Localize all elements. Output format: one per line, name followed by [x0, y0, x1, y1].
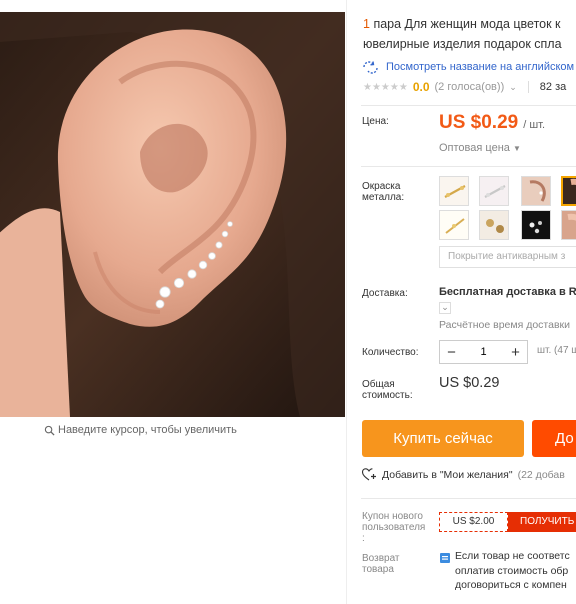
quantity-stepper: − +: [439, 340, 528, 364]
price-unit: / шт.: [523, 119, 546, 131]
heart-plus-icon: [362, 468, 376, 481]
returns-label-line-2: товара: [362, 564, 394, 575]
wholesale-label: Оптовая цена: [439, 142, 510, 154]
rating-votes[interactable]: (2 голоса(ов)): [435, 81, 505, 93]
title-line-2: ювелирные изделия подарок спла: [363, 37, 562, 51]
translate-link[interactable]: Посмотреть название на английском: [361, 60, 574, 74]
earring-thumbnail: [440, 177, 468, 205]
total-label-line-1: Общая: [362, 379, 395, 390]
star-rating-icon: ★★★★★: [363, 81, 408, 93]
returns-label-line-1: Возврат: [362, 553, 400, 564]
total-label: Общая стоимость:: [362, 379, 413, 401]
caret-down-icon: ▼: [512, 144, 521, 153]
zoom-hint-text: Наведите курсор, чтобы увеличить: [58, 424, 237, 436]
return-policy-icon: [439, 551, 451, 569]
returns-line-3: договориться с компен: [455, 579, 567, 591]
wishlist-label: Добавить в "Мои желания": [382, 468, 513, 481]
earring-thumbnail: [522, 211, 550, 239]
antique-option[interactable]: Покрытие антикварным з: [439, 246, 576, 268]
divider: [527, 81, 529, 93]
buy-now-button[interactable]: Купить сейчас: [362, 420, 524, 457]
product-info: 1 пара Для женщин мода цветок к ювелирны…: [346, 0, 576, 604]
shipping-estimate: Расчётное время доставки: [439, 319, 571, 331]
new-user-coupon: US $2.00 ПОЛУЧИТЬ: [439, 512, 576, 532]
orders-count: 82 за: [539, 81, 567, 93]
product-photo: [0, 12, 345, 417]
color-label: Окраска металла:: [362, 181, 404, 203]
price-label: Цена:: [362, 116, 389, 127]
zoom-hint: Наведите курсор, чтобы увеличить: [44, 424, 237, 436]
add-to-cart-button[interactable]: До: [532, 420, 576, 457]
chevron-down-icon[interactable]: ⌄: [509, 82, 517, 93]
returns-label: Возврат товара: [362, 553, 400, 575]
color-option-4[interactable]: [561, 176, 576, 206]
earring-thumbnail: [480, 211, 508, 239]
shipping-label: Доставка:: [362, 288, 408, 299]
coupon-label-line-2: пользователя: [362, 522, 426, 533]
product-title: 1 пара Для женщин мода цветок к ювелирны…: [363, 14, 576, 54]
color-option-8[interactable]: [561, 210, 576, 240]
title-qty: 1: [363, 17, 370, 31]
title-line-1: пара Для женщин мода цветок к: [373, 17, 561, 31]
color-option-5[interactable]: [439, 210, 469, 240]
gallery: Наведите курсор, чтобы увеличить: [0, 0, 345, 604]
earring-thumbnail: [562, 211, 576, 239]
translate-icon: [363, 61, 378, 74]
returns-text: Если товар не соответс оплатив стоимость…: [455, 549, 570, 593]
rating-score: 0.0: [412, 80, 430, 94]
product-image[interactable]: [0, 12, 345, 417]
color-option-3[interactable]: [521, 176, 551, 206]
returns-line-1: Если товар не соответс: [455, 550, 570, 562]
earring-thumbnail: [563, 178, 576, 204]
returns-line-2: оплатив стоимость обр: [455, 564, 569, 577]
total-label-line-2: стоимость:: [362, 390, 413, 401]
divider: [361, 498, 576, 499]
wishlist-link[interactable]: Добавить в "Мои желания" (22 добав: [362, 468, 565, 481]
translate-label: Посмотреть название на английском: [386, 61, 575, 73]
total-price: US $0.29: [439, 375, 500, 391]
wishlist-count: (22 добав: [517, 468, 565, 481]
get-coupon-button[interactable]: ПОЛУЧИТЬ: [508, 512, 576, 532]
wholesale-price-toggle[interactable]: Оптовая цена ▼: [439, 142, 521, 154]
color-option-7[interactable]: [521, 210, 551, 240]
color-option-1[interactable]: [439, 176, 469, 206]
price: US $0.29 / шт.: [439, 112, 545, 134]
earring-thumbnail: [522, 177, 550, 205]
stock-info: шт. (47 ш: [537, 345, 576, 356]
color-option-2[interactable]: [479, 176, 509, 206]
price-amount: US $0.29: [439, 112, 519, 133]
divider: [361, 105, 576, 106]
color-label-line-1: Окраска: [362, 181, 401, 192]
quantity-label: Количество:: [362, 347, 419, 358]
divider: [361, 166, 576, 167]
earring-thumbnail: [480, 177, 508, 205]
coupon-label: Купон нового пользователя :: [362, 511, 425, 544]
coupon-value: US $2.00: [439, 512, 508, 532]
color-label-line-2: металла:: [362, 192, 405, 203]
chevron-down-icon[interactable]: ⌄: [439, 302, 451, 314]
coupon-label-line-1: Купон нового: [362, 511, 423, 522]
search-icon: [44, 425, 55, 436]
quantity-input[interactable]: [463, 345, 504, 359]
shipping-method[interactable]: Бесплатная доставка в Ru: [439, 286, 576, 298]
earring-thumbnail: [440, 211, 468, 239]
decrease-button[interactable]: −: [440, 344, 463, 361]
color-option-6[interactable]: [479, 210, 509, 240]
increase-button[interactable]: +: [504, 344, 527, 361]
rating-row: ★★★★★ 0.0 (2 голоса(ов)) ⌄ 82 за: [363, 80, 566, 94]
coupon-label-line-3: :: [362, 533, 365, 544]
